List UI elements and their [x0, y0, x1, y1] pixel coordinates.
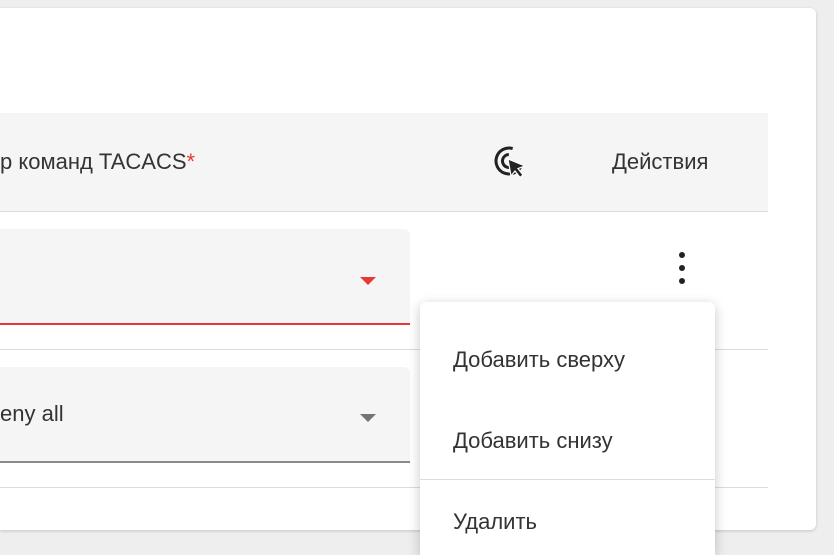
cursor-click-icon[interactable]: [492, 144, 530, 182]
dropdown-arrow-icon[interactable]: [360, 277, 376, 285]
menu-item-add-above[interactable]: Добавить сверху: [420, 330, 715, 390]
row-actions-menu: Добавить сверху Добавить снизу Удалить: [420, 302, 715, 555]
more-actions-icon[interactable]: [672, 248, 692, 288]
dropdown-arrow-icon[interactable]: [360, 414, 376, 422]
menu-divider: [420, 479, 715, 480]
table-header: р команд TACACS * Действия: [0, 113, 768, 212]
tacacs-command-select[interactable]: eny all: [0, 367, 410, 463]
tacacs-command-select[interactable]: [0, 229, 410, 325]
menu-item-delete[interactable]: Удалить: [420, 492, 715, 552]
column-header-tacacs-commands: р команд TACACS *: [0, 113, 195, 211]
column-header-actions: Действия: [612, 149, 709, 174]
menu-item-add-below[interactable]: Добавить снизу: [420, 411, 715, 471]
required-marker: *: [186, 149, 196, 174]
column-header-label: р команд TACACS: [0, 149, 187, 174]
select-value: eny all: [0, 401, 64, 426]
